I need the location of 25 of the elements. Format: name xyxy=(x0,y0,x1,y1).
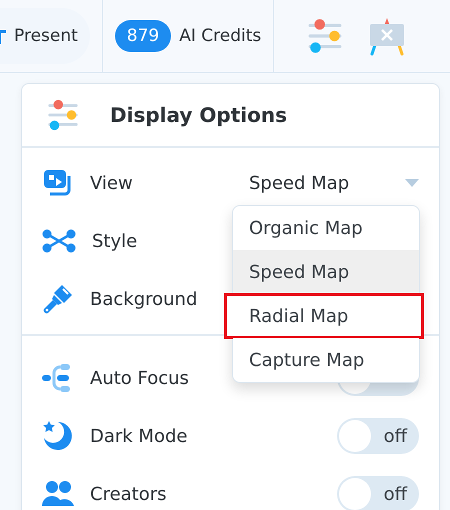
toggle-switch[interactable]: off xyxy=(337,476,419,510)
people-icon xyxy=(42,480,74,508)
moon-star-icon xyxy=(42,420,74,452)
sliders-icon xyxy=(46,98,80,132)
paintbrush-icon xyxy=(42,283,74,315)
sliders-icon xyxy=(306,17,344,55)
option-label: Dark Mode xyxy=(90,426,188,446)
option-label: Creators xyxy=(90,484,167,504)
menu-item[interactable]: Speed Map xyxy=(233,250,419,294)
toggle-switch[interactable]: off xyxy=(337,418,419,454)
option-label: Style xyxy=(92,230,138,252)
view-select[interactable]: Speed Map xyxy=(249,172,419,194)
menu-item[interactable]: Capture Map xyxy=(233,338,419,382)
option-label: View xyxy=(90,172,133,194)
nodes-icon xyxy=(42,229,76,253)
menu-item[interactable]: Radial Map xyxy=(225,294,423,338)
option-label: Background xyxy=(90,288,198,310)
present-button[interactable]: Present xyxy=(0,8,90,64)
credit-count: 879 xyxy=(114,20,172,52)
panel-title: Display Options xyxy=(110,103,288,127)
ai-credits-button[interactable]: 879 AI Credits xyxy=(114,20,262,52)
menu-item[interactable]: Organic Map xyxy=(233,206,419,250)
option-label: Auto Focus xyxy=(90,368,189,388)
caret-icon xyxy=(405,179,419,187)
easel-icon[interactable] xyxy=(368,16,406,56)
